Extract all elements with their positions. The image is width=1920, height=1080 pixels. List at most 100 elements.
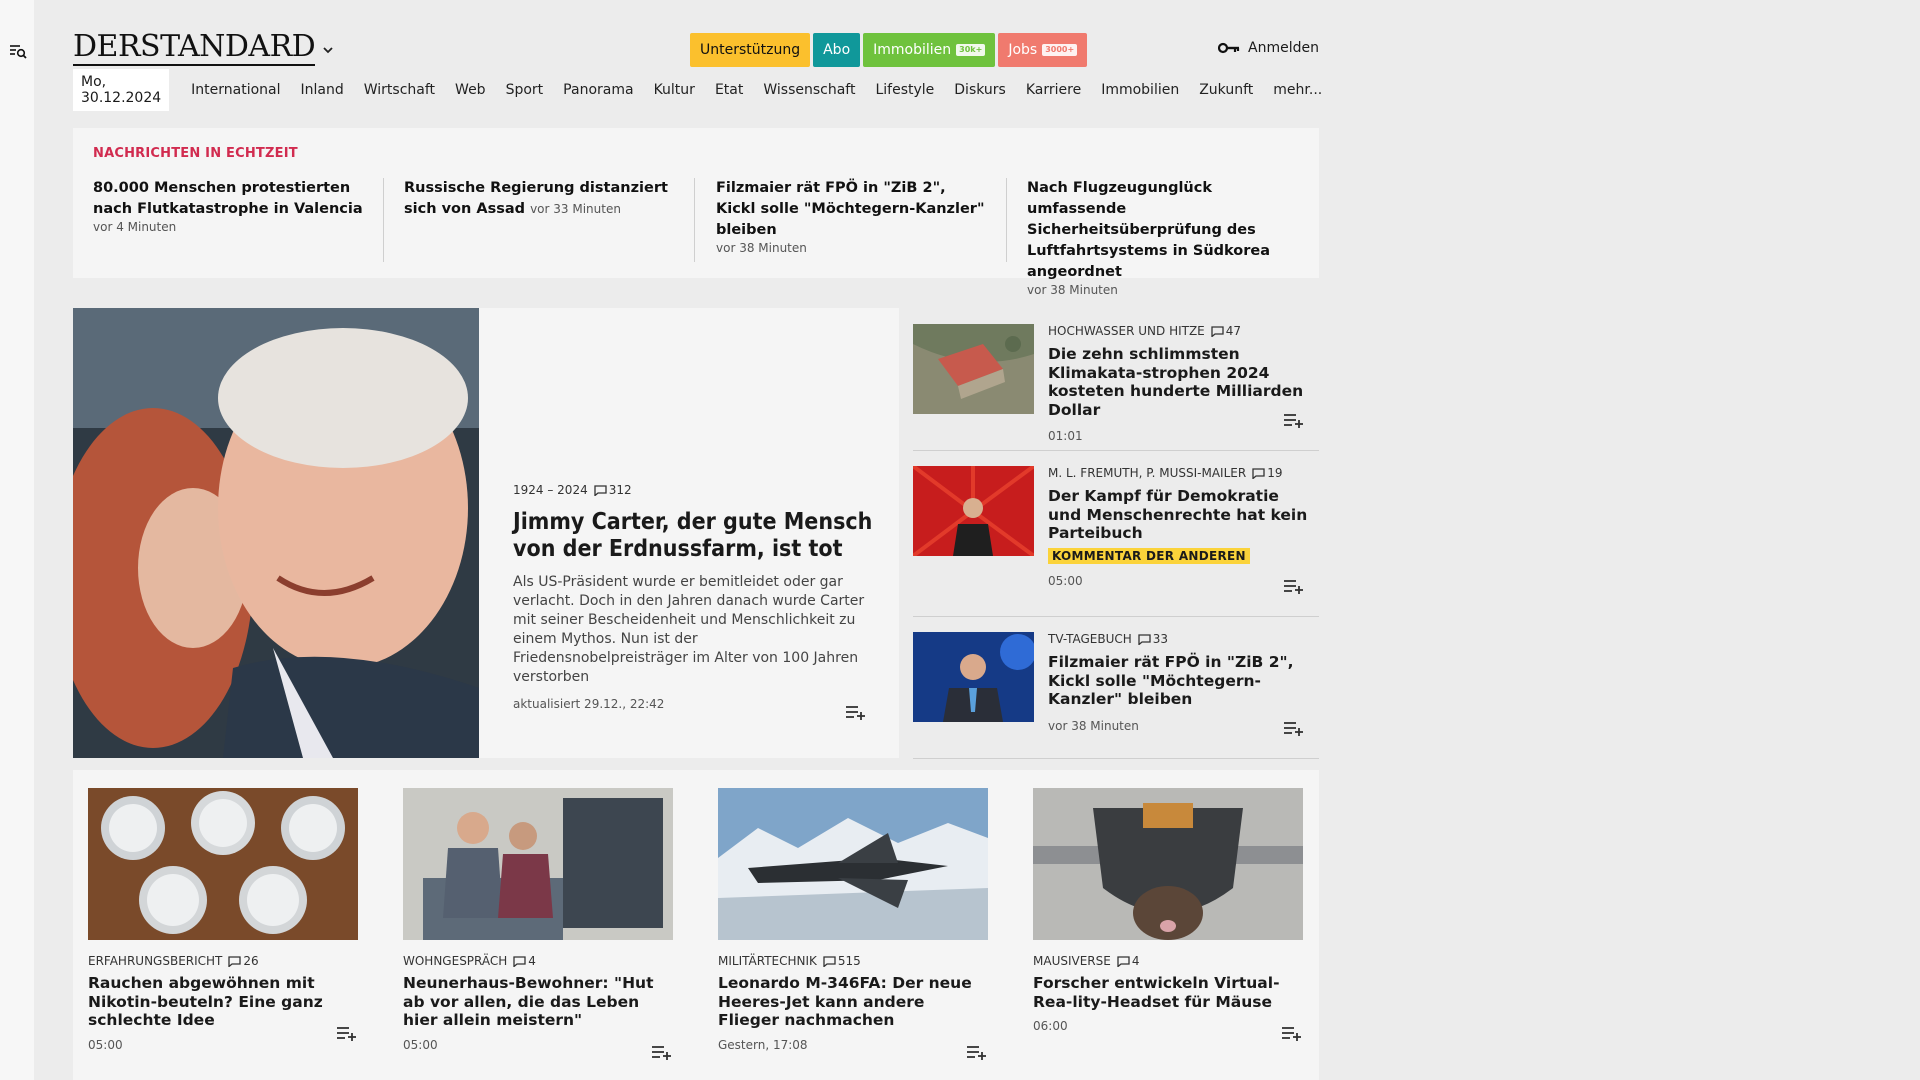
nav-etat[interactable]: Etat [705,82,753,98]
brand-row: DERSTANDARD Unterstützung Abo Immobilien… [73,27,1319,73]
lead-kicker: 1924 – 2024 [513,483,588,497]
abo-button[interactable]: Abo [813,33,861,67]
side-title[interactable]: Der Kampf für Demokratie und Menschenrec… [1048,487,1308,543]
comment-icon [1252,467,1265,479]
side-image[interactable] [913,466,1034,556]
chevron-down-icon[interactable] [321,43,335,57]
comment-number: 26 [243,954,259,968]
nav-karriere[interactable]: Karriere [1016,82,1091,98]
realtime-headline[interactable]: Nach Flugzeugunglück umfassende Sicherhe… [1027,178,1297,283]
playlist-add-icon[interactable] [1283,578,1305,594]
comment-count[interactable]: 47 [1211,324,1241,338]
pill-label: Jobs [1008,42,1038,58]
side-meta: HOCHWASSER UND HITZE 47 [1048,324,1308,338]
teaser-card: MAUSIVERSE 4 Forscher entwickeln Virtual… [1033,788,1303,1041]
lead-title[interactable]: Jimmy Carter, der gute Mensch von der Er… [513,509,873,563]
comment-icon [823,955,836,967]
comment-count[interactable]: 33 [1138,632,1168,646]
card-time: 05:00 [403,1037,438,1052]
card-kicker: ERFAHRUNGSBERICHT [88,954,223,968]
card-time: Gestern, 17:08 [718,1037,808,1052]
nav-sport[interactable]: Sport [496,82,554,98]
comment-count[interactable]: 312 [594,483,632,497]
playlist-add-icon[interactable] [966,1044,988,1060]
card-image[interactable] [403,788,673,940]
playlist-add-icon[interactable] [1281,1025,1303,1041]
nav-international[interactable]: International [181,82,290,98]
nav-zukunft[interactable]: Zukunft [1189,82,1263,98]
nav-mehr[interactable]: mehr... [1263,82,1332,98]
residents-photo [403,788,673,940]
pill-label: Abo [823,42,851,58]
side-title[interactable]: Die zehn schlimmsten Klimakata-strophen … [1048,345,1308,419]
jet-photo [718,788,988,940]
nav-immobilien[interactable]: Immobilien [1091,82,1189,98]
lead-teaser: Als US-Präsident wurde er bemitleidet od… [513,574,865,685]
login-button[interactable]: Anmelden [1218,40,1319,56]
card-image[interactable] [1033,788,1303,940]
search-menu-icon[interactable] [9,42,27,60]
realtime-item[interactable]: 80.000 Menschen protestierten nach Flutk… [93,178,363,234]
lead-time: aktualisiert 29.12., 22:42 [513,697,665,711]
comment-count[interactable]: 515 [823,954,861,968]
divider [383,178,384,262]
side-kicker: TV-TAGEBUCH [1048,632,1132,646]
current-date: Mo, 30.12.2024 [73,69,170,111]
realtime-headline[interactable]: Filzmaier rät FPÖ in "ZiB 2", Kickl soll… [716,178,986,241]
unterstuetzung-button[interactable]: Unterstützung [690,33,811,67]
realtime-time: vor 38 Minuten [716,241,807,255]
card-image[interactable] [718,788,988,940]
nav-web[interactable]: Web [445,82,496,98]
logo[interactable]: DERSTANDARD [73,31,316,66]
flood-photo [913,324,1034,414]
card-kicker: WOHNGESPRÄCH [403,954,508,968]
nav-kultur[interactable]: Kultur [644,82,705,98]
playlist-add-icon[interactable] [1283,412,1305,428]
teaser-grid: ERFAHRUNGSBERICHT 26 Rauchen abgewöhnen … [73,770,1319,1080]
nav-inland[interactable]: Inland [291,82,354,98]
card-image[interactable] [88,788,358,940]
comment-count[interactable]: 19 [1252,466,1282,480]
lead-meta: 1924 – 2024 312 [513,483,873,497]
realtime-headline[interactable]: Russische Regierung distanziert sich von… [404,178,674,220]
card-title[interactable]: Rauchen abgewöhnen mit Nikotin-beuteln? … [88,974,358,1030]
immobilien-button[interactable]: Immobilien 30k+ [863,33,996,67]
side-title[interactable]: Filzmaier rät FPÖ in "ZiB 2", Kickl soll… [1048,653,1308,709]
nav-panorama[interactable]: Panorama [553,82,643,98]
comment-count[interactable]: 4 [513,954,536,968]
service-pills: Unterstützung Abo Immobilien 30k+ Jobs 3… [690,33,1088,67]
xi-photo [913,466,1034,556]
nav-wissenschaft[interactable]: Wissenschaft [753,82,865,98]
side-text: M. L. FREMUTH, P. MUSSI-MAILER 19 Der Ka… [1048,466,1308,588]
jobs-button[interactable]: Jobs 3000+ [998,33,1088,67]
nav-diskurs[interactable]: Diskurs [944,82,1016,98]
side-text: HOCHWASSER UND HITZE 47 Die zehn schlimm… [1048,324,1308,443]
realtime-item[interactable]: Filzmaier rät FPÖ in "ZiB 2", Kickl soll… [716,178,986,255]
side-kicker: M. L. FREMUTH, P. MUSSI-MAILER [1048,466,1247,480]
comment-number: 47 [1225,324,1242,338]
realtime-time: vor 38 Minuten [1027,283,1118,297]
playlist-add-icon[interactable] [845,704,867,720]
card-meta: WOHNGESPRÄCH 4 [403,954,673,968]
comment-count[interactable]: 26 [228,954,259,968]
card-title[interactable]: Leonardo M-346FA: Der neue Heeres-Jet ka… [718,974,988,1030]
comment-number: 33 [1152,632,1169,646]
playlist-add-icon[interactable] [651,1044,673,1060]
lead-image[interactable] [73,308,479,758]
comment-count[interactable]: 4 [1117,954,1139,968]
nav-lifestyle[interactable]: Lifestyle [865,82,944,98]
card-title[interactable]: Forscher entwickeln Virtual-Rea-lity-Hea… [1033,974,1303,1011]
card-title[interactable]: Neunerhaus-Bewohner: "Hut ab vor allen, … [403,974,673,1030]
realtime-headline[interactable]: 80.000 Menschen protestierten nach Flutk… [93,178,363,220]
playlist-add-icon[interactable] [336,1025,358,1041]
side-image[interactable] [913,324,1034,414]
login-label: Anmelden [1248,40,1319,56]
lead-text: 1924 – 2024 312 Jimmy Carter, der gute M… [513,483,873,711]
nav-wirtschaft[interactable]: Wirtschaft [354,82,445,98]
realtime-item[interactable]: Russische Regierung distanziert sich von… [404,178,674,220]
comment-number: 4 [528,954,536,968]
playlist-add-icon[interactable] [1283,720,1305,736]
side-image[interactable] [913,632,1034,722]
realtime-item[interactable]: Nach Flugzeugunglück umfassende Sicherhe… [1027,178,1297,297]
pill-badge: 3000+ [1042,44,1078,56]
